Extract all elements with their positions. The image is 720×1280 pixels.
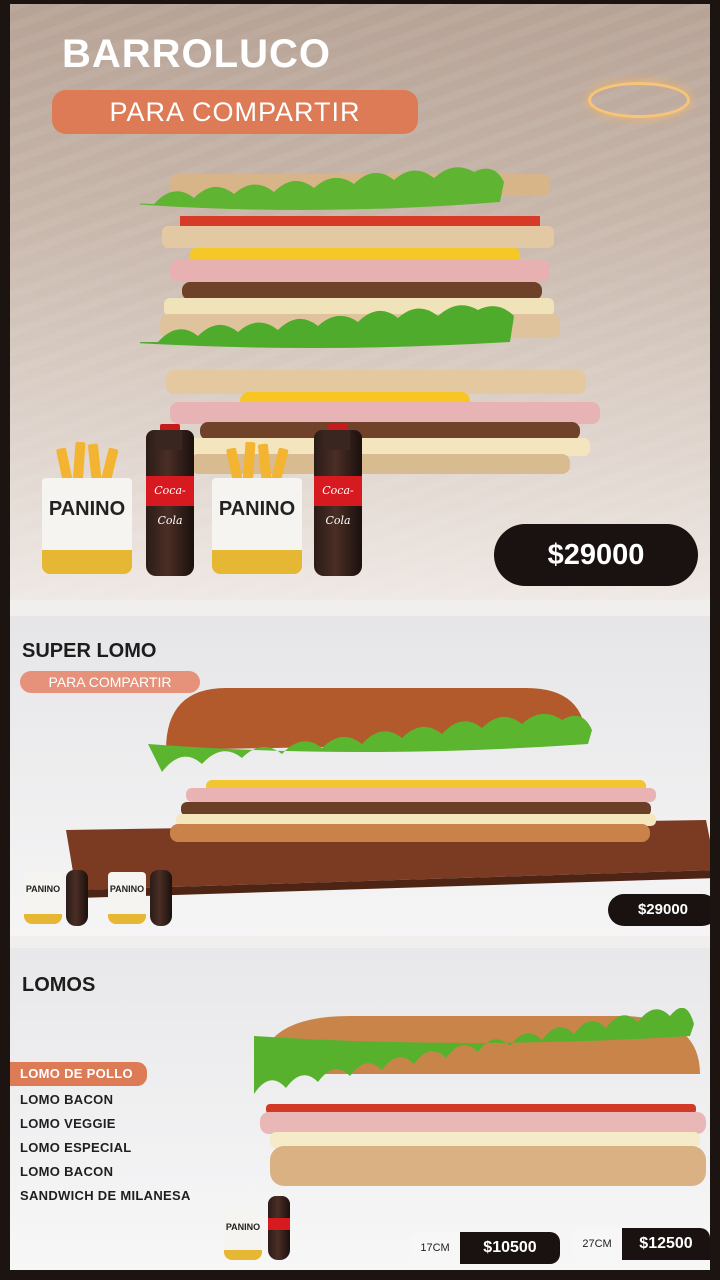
- menu-item-sandwich-de-milanesa[interactable]: SANDWICH DE MILANESA: [10, 1184, 250, 1208]
- ceiling-light-reflection: [588, 82, 690, 118]
- barroluco-title: BARROLUCO: [62, 32, 331, 76]
- soda-bottle-icon: [66, 870, 88, 926]
- menu-board-screen: BARROLUCO PARA COMPARTIR PANINO Coca-Col…: [10, 4, 710, 1270]
- soda-bottle-icon: [268, 1196, 290, 1260]
- fries-bag-icon: PANINO: [108, 872, 146, 924]
- barroluco-share-tag: PARA COMPARTIR: [52, 90, 418, 134]
- fries-bag-icon: PANINO: [38, 440, 136, 576]
- sandwich-image: [140, 167, 600, 474]
- size-label: 17CM: [410, 1232, 460, 1264]
- size-price-27cm: 27CM $12500: [572, 1228, 710, 1260]
- menu-item-lomo-especial[interactable]: LOMO ESPECIAL: [10, 1136, 250, 1160]
- combo-fries-drink-small: PANINO PANINO: [24, 860, 174, 926]
- menu-item-lomo-bacon[interactable]: LOMO BACON: [10, 1088, 250, 1112]
- super-lomo-price-badge: $29000: [608, 894, 710, 926]
- fries-bag-icon: PANINO: [224, 1210, 262, 1260]
- barroluco-price-badge: $29000: [494, 524, 698, 586]
- size-label: 27CM: [572, 1228, 622, 1260]
- size-price: $10500: [460, 1232, 560, 1264]
- soda-bottle-icon: Coca-Cola: [146, 424, 194, 576]
- lomos-title: LOMOS: [22, 974, 96, 996]
- super-lomo-panel[interactable]: SUPER LOMO PARA COMPARTIR PANINO PANINO: [10, 616, 710, 936]
- combo-fries-drink-small: PANINO: [224, 1192, 304, 1262]
- size-price: $12500: [622, 1228, 710, 1260]
- barroluco-panel[interactable]: BARROLUCO PARA COMPARTIR PANINO Coca-Col…: [10, 4, 710, 600]
- fries-bag-icon: PANINO: [208, 440, 306, 576]
- fries-bag-icon: PANINO: [24, 872, 62, 924]
- menu-item-lomo-de-pollo[interactable]: LOMO DE POLLO: [10, 1062, 147, 1086]
- combo-fries-drink-2: PANINO Coca-Cola: [208, 424, 378, 580]
- lomos-menu-list: LOMO DE POLLO LOMO BACON LOMO VEGGIE LOM…: [10, 1062, 250, 1208]
- menu-item-lomo-bacon-2[interactable]: LOMO BACON: [10, 1160, 250, 1184]
- super-lomo-title: SUPER LOMO: [22, 640, 157, 662]
- soda-bottle-icon: Coca-Cola: [314, 424, 362, 576]
- lomos-panel[interactable]: LOMOS LOMO DE POLLO LOMO BACON LOMO VEGG…: [10, 948, 710, 1270]
- size-price-17cm: 17CM $10500: [410, 1232, 560, 1264]
- menu-item-lomo-veggie[interactable]: LOMO VEGGIE: [10, 1112, 250, 1136]
- soda-bottle-icon: [150, 870, 172, 926]
- sandwich-image: [254, 1008, 706, 1186]
- combo-fries-drink-1: PANINO Coca-Cola: [38, 424, 208, 580]
